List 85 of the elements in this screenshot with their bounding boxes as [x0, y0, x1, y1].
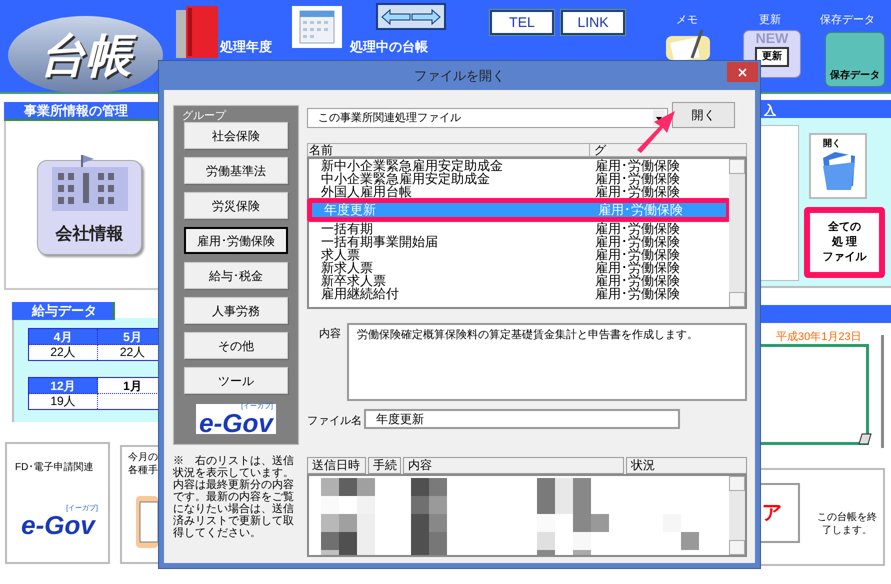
group-button[interactable]: 労働基準法 [184, 157, 288, 184]
row-group: 雇用･労働保険 [595, 287, 680, 300]
row-group: 雇用･労働保険 [595, 261, 680, 274]
toolbar-label[interactable]: 処理年度 [220, 37, 272, 56]
row-name: 新卒求人票 [320, 274, 386, 287]
group-button[interactable]: その他 [184, 332, 288, 359]
row-group: 雇用･労働保険 [595, 222, 680, 235]
row-group: 雇用･労働保険 [595, 159, 680, 172]
row-name: 雇用継続給付 [320, 287, 400, 300]
list-row[interactable]: 一括有期事業開始届 雇用･労働保険 [309, 235, 729, 248]
nav-button[interactable]: LINK [561, 10, 625, 35]
close-button[interactable] [727, 62, 758, 82]
field-label: 内容 [318, 326, 341, 342]
panel-title: 入 [764, 102, 776, 119]
close-icon [738, 68, 747, 76]
row-name: 年度更新 [323, 203, 377, 217]
group-button[interactable]: 社会保険 [184, 122, 288, 149]
table-cell: 22人 [29, 345, 98, 360]
month-header[interactable]: 12月 [29, 378, 98, 394]
row-group: 雇用･労働保険 [598, 203, 683, 217]
save-data-button[interactable]: 保存データ [825, 32, 885, 87]
column-header[interactable]: 状況 [626, 457, 747, 474]
folder-icon [821, 150, 857, 192]
panel-header: 給与データ [12, 302, 115, 320]
list-row[interactable]: 一括有期 雇用･労働保険 [309, 222, 729, 235]
row-name: 一括有期事業開始届 [320, 235, 439, 248]
row-name: 外国人雇用台帳 [320, 185, 412, 198]
list-row[interactable]: 新中小企業緊急雇用安定助成金 雇用･労働保険 [309, 159, 729, 172]
row-group: 雇用･労働保険 [595, 172, 680, 185]
exit-text: この台帳を終了します。 [816, 511, 878, 537]
table-cell: 19人 [29, 394, 98, 409]
eraser-icon [858, 433, 872, 445]
group-label: グループ [182, 110, 226, 122]
open-button[interactable]: 開く [672, 102, 735, 128]
row-name: 新求人票 [320, 261, 374, 274]
e-gov-logo[interactable]: e-Gov [199, 410, 273, 436]
panel-text: 今月の [128, 452, 158, 464]
date-label: 平成30年1月23日 [776, 330, 862, 345]
shortcut-label: 保存データ [820, 13, 875, 28]
column-header[interactable]: 内容 [403, 457, 624, 474]
column-header[interactable]: グ [590, 144, 746, 156]
file-filter-dropdown[interactable]: この事業所関連処理ファイル [307, 108, 668, 128]
list-row[interactable]: 新卒求人票 雇用･労働保険 [309, 274, 729, 287]
column-header[interactable]: 送信日時 [307, 457, 366, 474]
column-header[interactable]: 手続 [368, 457, 401, 474]
calendar-icon [292, 6, 342, 48]
building-icon [50, 153, 130, 213]
row-name: 中小企業緊急雇用安定助成金 [320, 172, 491, 185]
list-row[interactable]: 中小企業緊急雇用安定助成金 雇用･労働保険 [309, 172, 729, 185]
shortcut-label: 更新 [759, 12, 781, 28]
nav-button[interactable]: TEL [490, 10, 554, 35]
description-box: 労働保険確定概算保険料の算定基礎賃金集計と申告書を作成します。 [347, 323, 747, 401]
field-label: ファイル名 [307, 414, 362, 428]
group-button[interactable]: ツール [184, 367, 288, 394]
note-text: ※ 右のリストは、送信状況を表示しています。内容は最終更新分の内容です。最新の内容をご覧になりたい場合は、送信済みリストで更新して取得してください。 [173, 455, 295, 539]
row-name: 一括有期 [320, 222, 373, 235]
list-row[interactable]: 求人票 雇用･労働保険 [309, 248, 729, 261]
scrollbar[interactable] [729, 476, 745, 555]
group-button[interactable]: 人事労務 [184, 297, 288, 324]
column-header[interactable]: 名前 [308, 144, 590, 156]
group-button[interactable]: 雇用･労働保険 [184, 227, 288, 254]
row-group: 雇用･労働保険 [595, 185, 680, 198]
list-row[interactable]: 新求人票 雇用･労働保険 [309, 261, 729, 274]
row-name: 求人票 [320, 248, 360, 261]
shortcut-label: メモ [676, 13, 698, 28]
pointer-arrow [636, 110, 676, 154]
filename-field[interactable]: 年度更新 [364, 409, 680, 429]
panel-text: 各種手 [128, 465, 158, 477]
all-files-button[interactable]: 全ての 処 理 ファイル [804, 207, 885, 278]
double-arrow-button[interactable] [376, 3, 446, 30]
scrollbar[interactable] [729, 159, 745, 307]
panel-title: FD･電子申請関連 [15, 460, 94, 475]
row-group: 雇用･労働保険 [595, 248, 680, 261]
window-title: ファイルを開く [414, 66, 505, 85]
month-header[interactable]: 4月 [29, 329, 98, 345]
list-row[interactable]: 雇用継続給付 雇用･労働保険 [309, 287, 729, 300]
binder-icon [176, 6, 218, 58]
group-button[interactable]: 給与･税金 [184, 262, 288, 289]
toolbar-label[interactable]: 処理中の台帳 [350, 37, 428, 56]
row-name: 新中小企業緊急雇用安定助成金 [320, 159, 504, 172]
row-group: 雇用･労働保険 [595, 274, 680, 287]
e-gov-logo[interactable]: e-Gov [21, 512, 95, 538]
group-button[interactable]: 労災保険 [184, 192, 288, 219]
row-group: 雇用･労働保険 [595, 235, 680, 248]
list-row[interactable]: 外国人雇用台帳 雇用･労働保険 [309, 185, 729, 198]
